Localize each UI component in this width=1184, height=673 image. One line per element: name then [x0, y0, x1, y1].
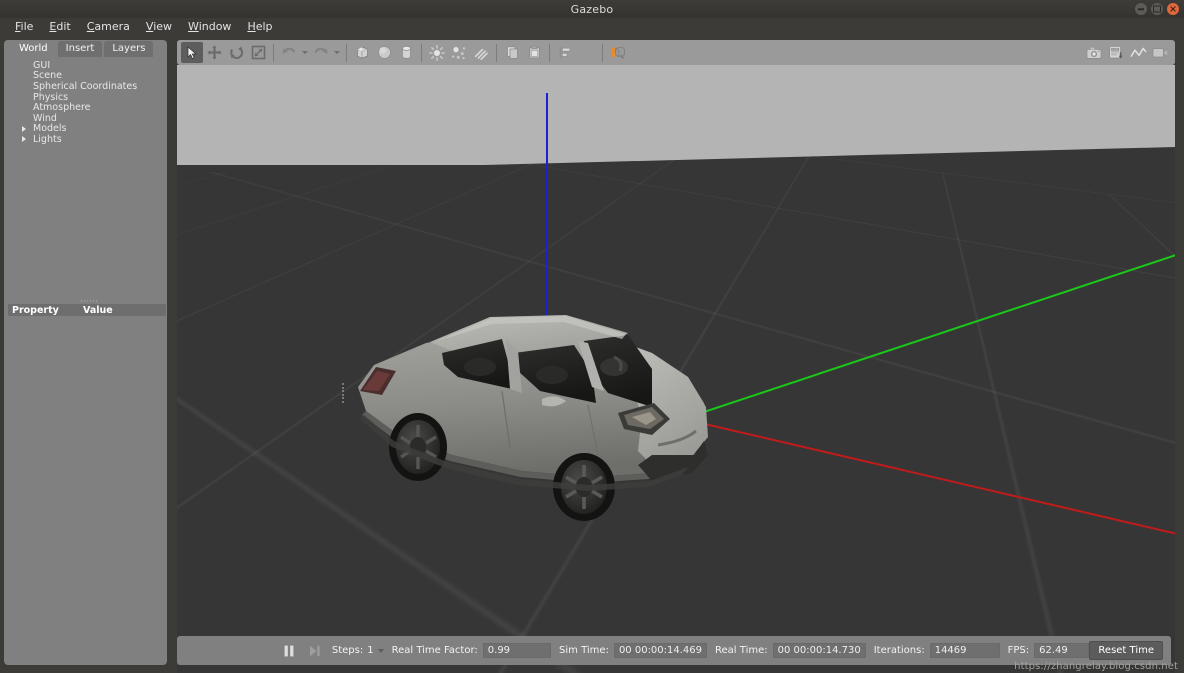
log-save-icon[interactable]: LOG — [1105, 42, 1127, 63]
redo-icon[interactable] — [310, 42, 332, 63]
real-time-factor-value: 0.99 — [482, 643, 552, 658]
plot-icon[interactable] — [1127, 42, 1149, 63]
undo-icon[interactable] — [278, 42, 300, 63]
sphere-icon[interactable] — [373, 42, 395, 63]
real-time-value: 00 00:00:14.730 — [772, 643, 866, 658]
sim-time-label: Sim Time: — [559, 645, 609, 656]
tree-item-label: GUI — [33, 59, 51, 71]
tab-layers[interactable]: Layers — [104, 41, 154, 57]
tree-item-wind[interactable]: Wind — [11, 113, 167, 124]
toolbar-right-group: LOG — [1083, 42, 1171, 63]
tab-insert[interactable]: Insert — [57, 41, 103, 57]
align-icon[interactable] — [554, 42, 576, 63]
model-prius-hybrid[interactable] — [352, 295, 752, 525]
menu-view[interactable]: View — [139, 18, 179, 36]
tree-item-models[interactable]: Models — [11, 123, 167, 135]
toolbar-separator — [346, 43, 347, 62]
toolbar-separator — [549, 43, 550, 62]
toolbar-separator — [421, 43, 422, 62]
tree-item-label: Physics — [33, 91, 69, 103]
z-axis — [546, 93, 548, 325]
snap-icon[interactable] — [576, 42, 598, 63]
chevron-right-icon[interactable] — [22, 136, 26, 143]
main-toolbar: LOG — [177, 40, 1175, 65]
iterations-label: Iterations: — [873, 645, 925, 656]
reset-time-button[interactable]: Reset Time — [1089, 641, 1164, 660]
menu-help[interactable]: Help — [240, 18, 279, 36]
translate-mode-icon[interactable] — [203, 42, 225, 63]
world-tree: GUI Scene Spherical Coordinates Physics … — [11, 57, 167, 295]
left-panel-tabs: World Insert Layers — [4, 40, 167, 57]
tree-item-physics[interactable]: Physics — [11, 92, 167, 103]
real-time-factor-label: Real Time Factor: — [391, 645, 478, 656]
steps-dropdown-icon[interactable] — [377, 648, 384, 653]
svg-text:LOG: LOG — [1112, 48, 1119, 52]
chevron-right-icon[interactable] — [22, 125, 26, 132]
render-viewport-3d[interactable] — [177, 65, 1175, 673]
property-table-body — [8, 316, 166, 661]
tree-item-lights[interactable]: Lights — [11, 134, 167, 145]
column-header-value: Value — [83, 304, 113, 316]
column-header-property: Property — [12, 304, 59, 316]
rotate-mode-icon[interactable] — [225, 42, 247, 63]
fps-label: FPS: — [1007, 645, 1030, 656]
simulation-status-bar: Steps: 1 Real Time Factor: 0.99 Sim Time… — [177, 636, 1171, 665]
tree-item-scene[interactable]: Scene — [11, 70, 167, 82]
directional-light-icon[interactable] — [470, 42, 492, 63]
copy-icon[interactable] — [501, 42, 523, 63]
cylinder-icon[interactable] — [395, 42, 417, 63]
box-icon[interactable] — [351, 42, 373, 63]
tree-item-gui[interactable]: GUI — [11, 60, 167, 71]
tree-item-spherical-coordinates[interactable]: Spherical Coordinates — [11, 81, 167, 92]
close-button[interactable] — [1167, 3, 1179, 15]
point-light-icon[interactable] — [426, 42, 448, 63]
steps-value[interactable]: 1 — [367, 645, 373, 656]
real-time-label: Real Time: — [715, 645, 768, 656]
iterations-value: 14469 — [929, 643, 1000, 658]
pause-button[interactable] — [280, 640, 298, 662]
sky-background — [177, 65, 1175, 165]
toolbar-separator — [602, 43, 603, 62]
toolbar-separator — [273, 43, 274, 62]
left-panel: World Insert Layers GUI Scene Spherical … — [4, 40, 167, 665]
viewport-area: LOG — [172, 40, 1180, 673]
tab-world[interactable]: World — [11, 41, 56, 57]
window-title: Gazebo — [570, 2, 614, 16]
menu-edit[interactable]: Edit — [42, 18, 77, 36]
splitter-grip-icon — [79, 300, 98, 302]
sim-time-value: 00 00:00:14.469 — [613, 643, 708, 658]
menu-file[interactable]: File — [8, 18, 40, 36]
menu-camera[interactable]: Camera — [80, 18, 137, 36]
minimize-button[interactable] — [1135, 3, 1147, 15]
property-table-header: Property Value — [8, 304, 166, 316]
toolbar-separator — [496, 43, 497, 62]
screenshot-icon[interactable] — [1083, 42, 1105, 63]
scale-mode-icon[interactable] — [247, 42, 269, 63]
maximize-button[interactable] — [1151, 3, 1163, 15]
tree-item-label: Models — [33, 123, 67, 135]
tree-item-label: Wind — [33, 112, 57, 124]
menubar: File Edit Camera View Window Help — [0, 18, 1184, 36]
steps-label: Steps: — [331, 645, 364, 656]
titlebar: Gazebo — [0, 0, 1184, 18]
tree-item-label: Spherical Coordinates — [33, 80, 138, 92]
left-panel-splitter[interactable] — [340, 375, 346, 411]
window-controls — [1135, 3, 1179, 15]
tree-item-atmosphere[interactable]: Atmosphere — [11, 102, 167, 113]
spot-light-icon[interactable] — [448, 42, 470, 63]
paste-icon[interactable] — [523, 42, 545, 63]
undo-dropdown[interactable] — [300, 42, 310, 63]
tree-item-label: Scene — [33, 70, 62, 82]
tree-item-label: Atmosphere — [33, 102, 91, 114]
apply-wrench-icon[interactable] — [607, 42, 629, 63]
tree-item-label: Lights — [33, 133, 62, 145]
select-mode-icon[interactable] — [181, 42, 203, 63]
fps-value: 62.49 — [1034, 643, 1090, 658]
redo-dropdown[interactable] — [332, 42, 342, 63]
step-forward-button[interactable] — [306, 640, 324, 662]
video-record-icon[interactable] — [1149, 42, 1171, 63]
gazebo-window: Gazebo File Edit Camera View Window Help… — [0, 0, 1184, 673]
menu-window[interactable]: Window — [181, 18, 238, 36]
